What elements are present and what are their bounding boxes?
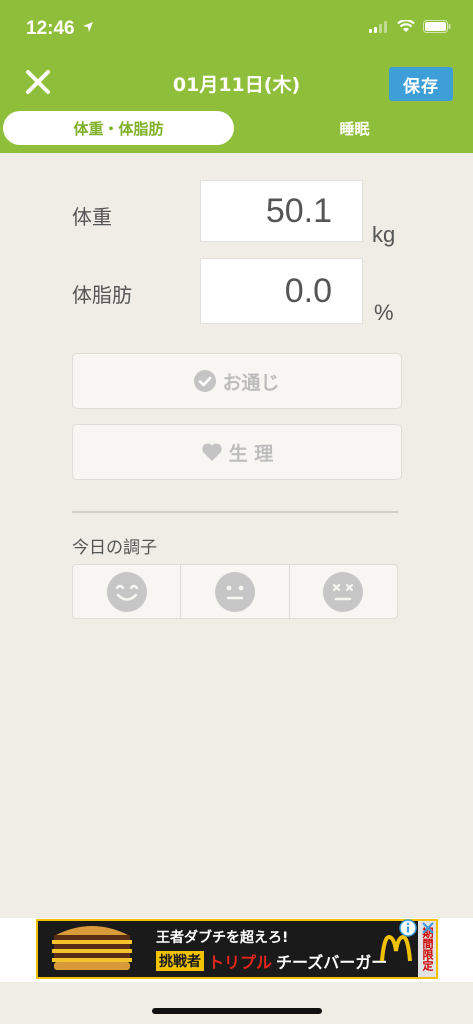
body-fat-label: 体脂肪	[72, 283, 132, 307]
mood-good-button[interactable]	[73, 565, 182, 618]
bowel-movement-label: お通じ	[222, 371, 280, 394]
ad-tag: 挑戦者	[156, 951, 204, 971]
mood-selector	[72, 564, 398, 619]
heart-icon	[201, 443, 222, 461]
ad-product-white: チーズバーガー	[276, 953, 388, 972]
ad-product-red: トリプル	[208, 953, 273, 972]
save-button[interactable]: 保存	[389, 67, 453, 101]
condition-label: 今日の調子	[72, 538, 157, 558]
ad-info-icon[interactable]	[399, 919, 417, 937]
smile-face-icon	[106, 571, 147, 612]
weight-input[interactable]: 50.1	[200, 180, 363, 242]
ad-banner[interactable]: 王者ダブチを超えろ! 挑戦者 トリプル チーズバーガー 期間限定	[36, 919, 438, 979]
home-indicator	[152, 1008, 322, 1014]
tab-sleep[interactable]: 睡眠	[236, 111, 473, 145]
status-time: 12:46	[26, 18, 75, 39]
ad-close-icon[interactable]	[420, 920, 436, 936]
battery-icon	[423, 20, 451, 33]
status-indicators	[369, 20, 451, 33]
weight-label: 体重	[72, 205, 112, 229]
weight-unit: kg	[372, 222, 396, 247]
body-fat-unit: %	[374, 300, 394, 325]
location-arrow-icon	[83, 22, 93, 32]
mood-neutral-button[interactable]	[181, 565, 290, 618]
ad-product: 挑戦者 トリプル チーズバーガー	[156, 949, 387, 973]
mood-bad-button[interactable]	[290, 565, 397, 618]
signal-icon	[369, 20, 387, 33]
mcdonalds-logo-icon	[380, 935, 412, 962]
ad-headline: 王者ダブチを超えろ!	[156, 930, 289, 946]
bowel-movement-button[interactable]: お通じ	[72, 353, 402, 409]
wifi-icon	[397, 20, 415, 32]
burger-image	[52, 926, 132, 970]
check-circle-icon	[194, 370, 217, 392]
dizzy-face-icon	[323, 571, 364, 612]
period-label: 生 理	[228, 442, 274, 465]
header-bar: 12:46 01月11日(木) 保存 体重・体脂肪 睡眠	[0, 0, 473, 153]
section-divider	[72, 511, 398, 513]
period-button[interactable]: 生 理	[72, 424, 402, 480]
body-fat-input[interactable]: 0.0	[200, 258, 363, 324]
tab-weight-bodyfat[interactable]: 体重・体脂肪	[3, 111, 234, 145]
neutral-face-icon	[214, 571, 255, 612]
